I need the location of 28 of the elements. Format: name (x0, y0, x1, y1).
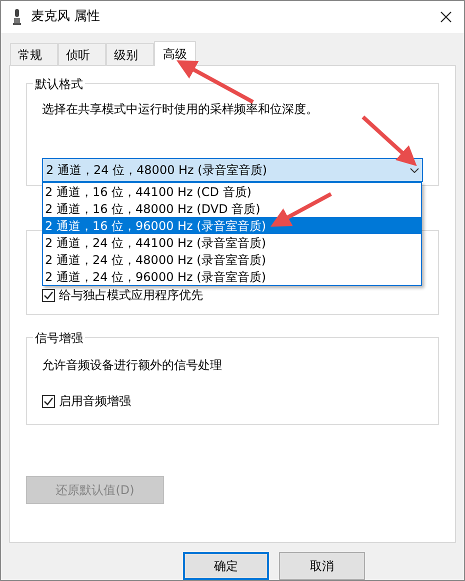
window-title: 麦克风 属性 (31, 8, 102, 26)
tab[interactable]: 级别 (106, 43, 154, 65)
microphone-icon (13, 9, 21, 25)
checkbox-label[interactable]: 启用音频增强 (59, 392, 131, 410)
tab[interactable]: 高级 (154, 41, 196, 66)
tab[interactable]: 常规 (10, 43, 58, 65)
description: 允许音频设备进行额外的信号处理 (42, 357, 223, 374)
close-icon[interactable] (440, 11, 452, 23)
dropdown-option[interactable]: 2 通道，24 位，96000 Hz (录音室音质) (43, 268, 421, 285)
group-title: 信号增强 (33, 329, 85, 347)
annotation-arrow (270, 192, 332, 227)
dropdown-option[interactable]: 2 通道，16 位，48000 Hz (DVD 音质) (43, 200, 421, 217)
dropdown-option[interactable]: 2 通道，24 位，48000 Hz (录音室音质) (43, 251, 421, 268)
dialog-button[interactable]: 确定 (183, 552, 269, 580)
chevron-down-icon (410, 168, 419, 172)
dropdown-option[interactable]: 2 通道，24 位，44100 Hz (录音室音质) (43, 234, 421, 251)
dialog-button[interactable]: 取消 (279, 552, 365, 580)
tab[interactable]: 侦听 (58, 43, 106, 65)
checkbox[interactable] (42, 394, 55, 408)
dropdown-option[interactable]: 2 通道，16 位，96000 Hz (录音室音质) (43, 217, 421, 234)
dropdown-value: 2 通道，24 位，48000 Hz (录音室音质) (46, 162, 268, 179)
checkbox[interactable] (42, 288, 55, 302)
annotation-arrow (362, 116, 417, 166)
description: 选择在共享模式中运行时使用的采样频率和位深度。 (42, 101, 319, 118)
group-title: 默认格式 (33, 75, 85, 93)
checkbox-label[interactable]: 给与独占模式应用程序优先 (59, 286, 203, 304)
format-dropdown[interactable]: 2 通道，24 位，48000 Hz (录音室音质) (42, 158, 423, 182)
dropdown-option[interactable]: 2 通道，16 位，44100 Hz (CD 音质) (43, 183, 421, 200)
